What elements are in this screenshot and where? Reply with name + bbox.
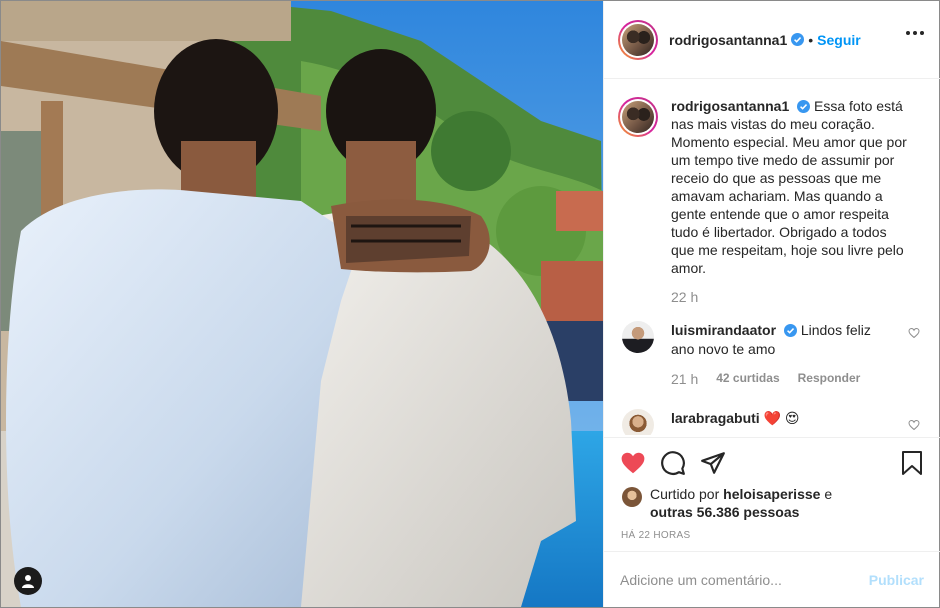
like-comment-icon[interactable] <box>908 327 920 339</box>
post-image <box>1 1 603 607</box>
liker-username[interactable]: heloisaperisse <box>723 486 820 502</box>
more-horizontal-icon[interactable] <box>906 31 924 35</box>
verified-badge-icon <box>791 33 805 46</box>
post-photo[interactable] <box>1 1 603 607</box>
post-actions: Curtido por heloisaperisse e outras 56.3… <box>604 437 940 551</box>
author-avatar[interactable] <box>618 19 658 60</box>
publish-button[interactable]: Publicar <box>869 572 924 588</box>
instagram-post-modal: rodrigosantanna1 • Seguir rodrigosantann… <box>0 0 940 608</box>
comment-username[interactable]: luismirandaator <box>671 322 776 338</box>
add-comment-bar: Publicar <box>604 551 940 607</box>
comment-text: larabragabuti ❤️ 😍 <box>671 409 881 435</box>
verified-badge-icon <box>783 324 797 337</box>
author-username[interactable]: rodrigosantanna1 <box>669 32 787 48</box>
comment-body: ❤️ 😍 <box>763 410 800 426</box>
comments-list[interactable]: rodrigosantanna1 Essa foto está nas mais… <box>604 79 940 435</box>
caption-username[interactable]: rodrigosantanna1 <box>671 98 789 114</box>
user-icon <box>22 575 34 588</box>
direct-share-icon[interactable] <box>700 450 726 476</box>
liker-avatar[interactable] <box>622 487 642 507</box>
comment-icon[interactable] <box>660 450 686 476</box>
caption: rodrigosantanna1 Essa foto está nas mais… <box>618 97 924 277</box>
action-icons <box>620 450 726 476</box>
comment-item: larabragabuti ❤️ 😍 <box>618 409 924 435</box>
post-header: rodrigosantanna1 • Seguir <box>604 1 940 79</box>
comment-avatar[interactable] <box>622 321 654 353</box>
comment-input[interactable] <box>620 571 869 588</box>
comment-username[interactable]: larabragabuti <box>671 410 760 426</box>
posted-time[interactable]: HÁ 22 HORAS <box>621 530 690 541</box>
post-side-panel: rodrigosantanna1 • Seguir rodrigosantann… <box>603 1 940 607</box>
caption-body: Essa foto está nas mais vistas do meu co… <box>671 98 907 276</box>
like-comment-icon[interactable] <box>908 419 920 431</box>
caption-time: 22 h <box>671 289 699 305</box>
likes-text[interactable]: Curtido por heloisaperisse e outras 56.3… <box>650 485 850 521</box>
verified-badge-icon <box>797 100 811 113</box>
follow-button[interactable]: Seguir <box>817 32 861 48</box>
comment-time: 21 h <box>671 371 699 387</box>
user-tag-button[interactable] <box>14 567 42 595</box>
comment-item: luismirandaator Lindos feliz ano novo te… <box>618 321 924 359</box>
comment-text: luismirandaator Lindos feliz ano novo te… <box>671 321 881 359</box>
comment-likes[interactable]: 42 curtidas <box>716 371 779 387</box>
caption-avatar[interactable] <box>618 97 658 137</box>
caption-text: rodrigosantanna1 Essa foto está nas mais… <box>671 97 911 277</box>
bookmark-icon[interactable] <box>900 450 924 476</box>
comment-meta: 21 h 42 curtidas Responder <box>671 371 924 387</box>
separator-dot: • <box>808 31 814 48</box>
reply-button[interactable]: Responder <box>798 371 861 387</box>
likes-others[interactable]: outras 56.386 pessoas <box>650 504 799 520</box>
heart-filled-icon[interactable] <box>620 450 646 476</box>
comment-avatar[interactable] <box>622 409 654 435</box>
likes-summary: Curtido por heloisaperisse e outras 56.3… <box>622 485 850 521</box>
